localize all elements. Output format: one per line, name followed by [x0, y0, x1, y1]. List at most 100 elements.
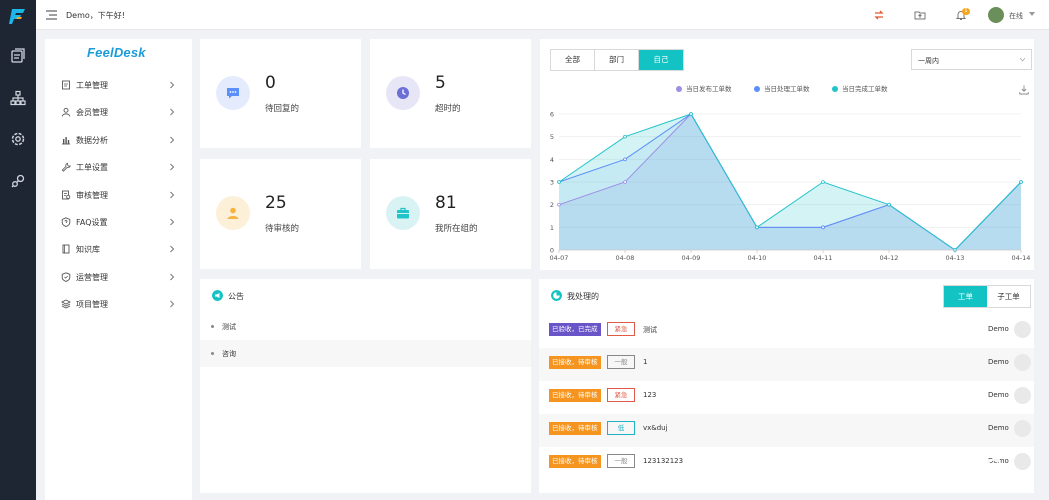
data-point: [623, 180, 627, 184]
tab-sub-ticket[interactable]: 子工单: [987, 286, 1030, 307]
y-tick-label: 5: [550, 133, 554, 141]
sidebar-item[interactable]: FAQ设置: [45, 209, 192, 236]
status-badge: 已验收，已完成: [549, 323, 601, 336]
ticket-row[interactable]: 已接收，待审核 紧急 123 Demo: [539, 381, 1034, 414]
ticket-type-tabs: 工单 子工单: [943, 285, 1031, 308]
sidebar-item-label: FAQ设置: [76, 218, 108, 227]
priority-tag: 紧急: [607, 388, 635, 402]
stat-label: 超时的: [435, 104, 461, 114]
stat-icon-circle: [386, 76, 420, 110]
y-tick-label: 1: [550, 224, 554, 232]
menu-toggle-icon[interactable]: [46, 10, 57, 20]
stat-card-pending-review[interactable]: 25 待审核的: [200, 159, 361, 269]
stat-card-timeout[interactable]: 5 超时的: [370, 39, 531, 148]
brand-logo: FeelDesk: [87, 45, 146, 60]
user-icon: [61, 108, 71, 118]
data-point: [887, 202, 891, 207]
chevron-down-icon[interactable]: [1029, 12, 1035, 17]
stat-value: 81: [435, 193, 457, 213]
org-structure-icon[interactable]: [10, 90, 26, 106]
trend-chart: 012345604-07 04-08 04-09 04-10 04-11 04-12 04-…: [550, 111, 1031, 263]
sidebar-item[interactable]: 工单设置: [45, 154, 192, 181]
chevron-right-icon: [170, 109, 175, 116]
x-tick-label: 04-11: [814, 254, 833, 262]
megaphone-icon: [212, 290, 223, 301]
ticket-title: 测试: [643, 326, 657, 334]
owner-avatar: [1014, 354, 1031, 371]
priority-tag: 一般: [607, 355, 635, 369]
settings-gear-icon[interactable]: [10, 131, 26, 147]
ticket-icon: [62, 80, 70, 90]
sidebar-item[interactable]: 会员管理: [45, 99, 192, 126]
sidebar-item[interactable]: 数据分析: [45, 127, 192, 154]
notice-item[interactable]: 测试: [200, 313, 531, 340]
owner-avatar: [1014, 387, 1031, 404]
ticket-owner: Demo: [988, 325, 1009, 333]
chevron-right-icon: [170, 81, 175, 89]
plugin-link-icon[interactable]: [10, 173, 26, 189]
icon-rail: [0, 0, 36, 500]
data-point: [557, 202, 561, 207]
sidebar-item-label: 审核管理: [76, 190, 108, 200]
stat-label: 我所在组的: [435, 224, 478, 234]
sidebar-item-label: 知识库: [76, 245, 100, 255]
x-tick-label: 04-13: [946, 254, 965, 262]
folder-upload-icon[interactable]: [914, 9, 926, 21]
sidebar-item-label: 会员管理: [76, 108, 108, 118]
tool-icon: [61, 162, 71, 172]
priority-tag: 一般: [607, 454, 635, 468]
notice-item[interactable]: 咨询: [200, 340, 531, 367]
bar-chart-icon: [62, 136, 70, 145]
sidebar-item-label: 工单设置: [76, 163, 108, 173]
switch-arrows-icon[interactable]: [873, 9, 885, 21]
ticket-row[interactable]: 已验收，已完成 紧急 测试 Demo: [539, 315, 1034, 348]
chevron-right-icon: [170, 163, 175, 171]
my-tickets-title: 我处理的: [567, 292, 599, 301]
x-tick-label: 04-07: [550, 254, 569, 262]
app-logo-icon[interactable]: [8, 6, 28, 26]
chevron-right-icon: [170, 273, 175, 281]
owner-avatar: [1014, 321, 1031, 338]
y-tick-label: 3: [550, 179, 554, 187]
chevron-right-icon: [170, 246, 175, 253]
y-tick-label: 4: [550, 156, 554, 164]
ticket-owner: Demo: [988, 358, 1009, 366]
status-badge: 已接收，待审核: [549, 455, 601, 468]
workbench-icon[interactable]: [10, 48, 26, 64]
ticket-trend-card: 全部 部门 自己 一周内 当日发布工单数 当日处理工单数 当日完成工单数 012…: [540, 39, 1034, 270]
stat-card-pending-reply[interactable]: 0 待回复的: [200, 39, 361, 148]
top-bar: Demo，下午好! 1 在线: [36, 0, 1049, 30]
data-point: [1019, 180, 1023, 184]
online-status[interactable]: 在线: [1009, 11, 1023, 21]
owner-avatar: [1014, 453, 1031, 470]
ticket-owner: Demo: [988, 391, 1009, 399]
sidebar-item[interactable]: 项目管理: [45, 291, 192, 318]
x-tick-label: 04-09: [682, 254, 701, 262]
tab-ticket[interactable]: 工单: [944, 286, 987, 307]
sidebar-item-label: 数据分析: [76, 135, 108, 145]
stat-icon-circle: [386, 196, 420, 230]
sidebar-item[interactable]: 审核管理: [45, 182, 192, 209]
status-badge: 已接收，待审核: [549, 356, 601, 369]
priority-tag: 紧急: [607, 322, 635, 336]
data-point: [623, 157, 627, 162]
notice-item-title: 咨询: [222, 350, 236, 358]
sidebar-item[interactable]: 工单管理: [45, 72, 192, 99]
data-point: [821, 225, 825, 230]
sidebar-item-label: 工单管理: [76, 81, 108, 90]
ticket-title: 123: [643, 391, 657, 399]
chevron-right-icon: [170, 191, 175, 198]
ticket-row[interactable]: 已接收，待审核 一般 1 Demo: [539, 348, 1034, 381]
clock-icon: [397, 87, 409, 99]
briefcase-icon: [397, 207, 409, 219]
avatar[interactable]: [988, 7, 1004, 23]
sidebar-item[interactable]: 运营管理: [45, 264, 192, 291]
message-icon: [227, 88, 239, 99]
owner-avatar: [1014, 420, 1031, 437]
shield-icon: [61, 272, 71, 282]
x-tick-label: 04-12: [880, 254, 899, 262]
sidebar-item[interactable]: 知识库: [45, 236, 192, 263]
notice-title: 公告: [228, 292, 244, 301]
stat-card-my-groups[interactable]: 81 我所在组的: [370, 159, 531, 269]
stat-value: 25: [265, 193, 287, 213]
